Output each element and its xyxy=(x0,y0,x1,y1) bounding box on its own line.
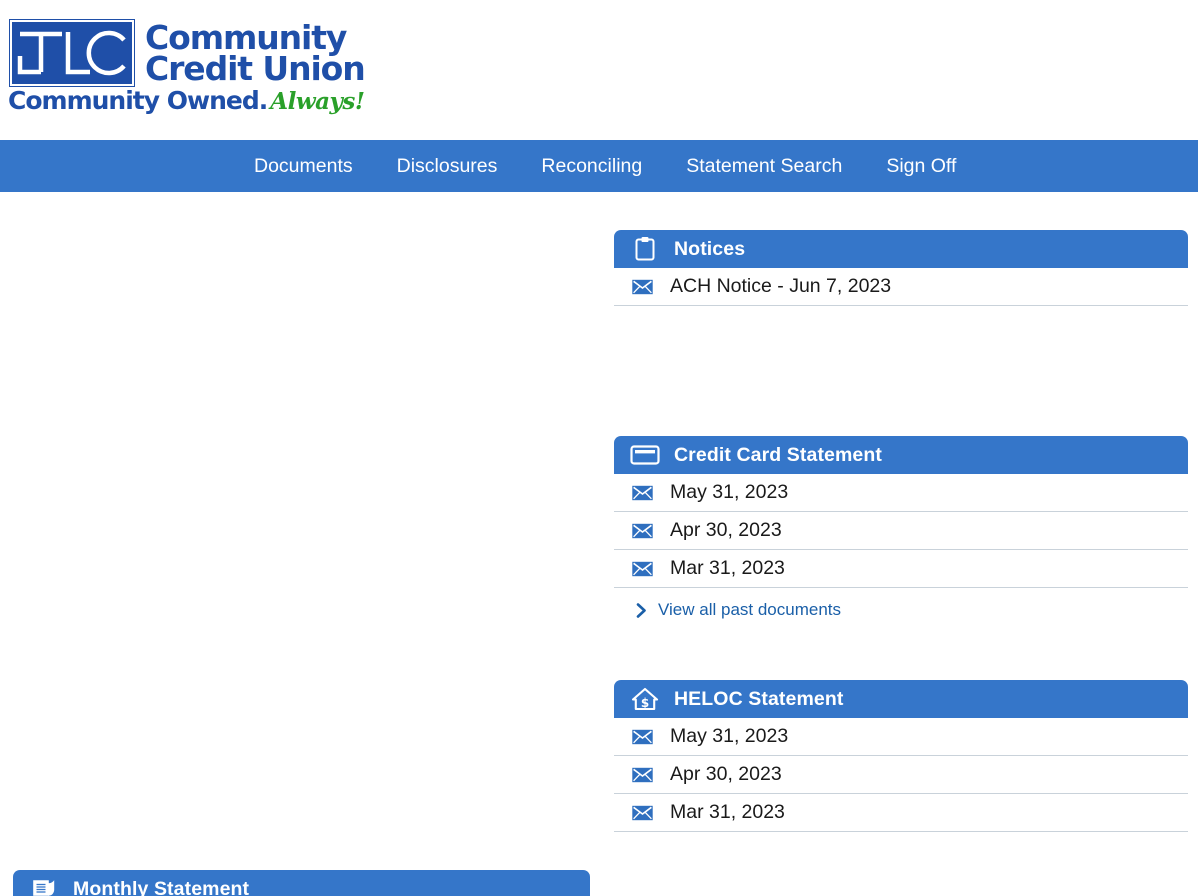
svg-text:$: $ xyxy=(641,696,649,710)
rows-credit-card-statement: May 31, 2023 Apr 30, 2023 Mar 31, 2023 xyxy=(614,474,1188,588)
document-label: ACH Notice - Jun 7, 2023 xyxy=(670,275,892,297)
card-title-monthly-statement: Monthly Statement xyxy=(73,877,250,896)
card-title-credit-card-statement: Credit Card Statement xyxy=(674,443,882,466)
credit-card-icon xyxy=(630,440,660,470)
document-label: Apr 30, 2023 xyxy=(670,763,782,785)
card-notices: Notices ACH Notice - Jun 7, 2023 xyxy=(614,230,1188,306)
document-label: May 31, 2023 xyxy=(670,481,789,503)
document-row[interactable]: Mar 31, 2023 xyxy=(614,794,1188,832)
brand-wordmark: Community Credit Union xyxy=(145,20,366,89)
nav-item-reconciling[interactable]: Reconciling xyxy=(519,140,664,192)
right-column: Notices ACH Notice - Jun 7, 2023 Credit … xyxy=(0,192,1198,832)
view-all-past-documents-link[interactable]: View all past documents xyxy=(614,588,1188,632)
card-header-notices: Notices xyxy=(614,230,1188,268)
rows-notices: ACH Notice - Jun 7, 2023 xyxy=(614,268,1188,306)
brand-logo[interactable]: Community Credit Union xyxy=(9,19,366,89)
document-row[interactable]: Mar 31, 2023 xyxy=(614,550,1188,588)
nav-item-statement-search[interactable]: Statement Search xyxy=(664,140,864,192)
document-pages-icon xyxy=(29,874,59,896)
brand-tagline: Community Owned. Always! xyxy=(8,86,365,115)
brand-name-line2: Credit Union xyxy=(145,49,366,89)
document-row[interactable]: Apr 30, 2023 xyxy=(614,756,1188,794)
main-navigation: Documents Disclosures Reconciling Statem… xyxy=(0,140,1198,192)
document-label: Mar 31, 2023 xyxy=(670,801,785,823)
card-header-heloc-statement: $ HELOC Statement xyxy=(614,680,1188,718)
document-label: May 31, 2023 xyxy=(670,725,789,747)
document-row[interactable]: Apr 30, 2023 xyxy=(614,512,1188,550)
envelope-closed-icon xyxy=(625,729,659,745)
documents-dashboard: Monthly Statement May 31, 2023 xyxy=(0,192,1198,896)
document-label: Mar 31, 2023 xyxy=(670,557,785,579)
card-title-heloc-statement: HELOC Statement xyxy=(674,687,844,710)
document-label: Apr 30, 2023 xyxy=(670,519,782,541)
house-dollar-icon: $ xyxy=(630,684,660,714)
envelope-closed-icon xyxy=(625,523,659,539)
nav-item-disclosures[interactable]: Disclosures xyxy=(375,140,520,192)
document-row[interactable]: May 31, 2023 xyxy=(614,474,1188,512)
card-title-notices: Notices xyxy=(674,237,746,260)
card-header-credit-card-statement: Credit Card Statement xyxy=(614,436,1188,474)
cards-grid: Monthly Statement May 31, 2023 xyxy=(0,192,1198,896)
left-column: Monthly Statement May 31, 2023 xyxy=(0,832,600,896)
card-credit-card-statement: Credit Card Statement May 31, 2023 Apr 3… xyxy=(614,436,1188,632)
envelope-closed-icon xyxy=(625,561,659,577)
tlc-logo-mark-icon xyxy=(9,19,135,87)
rows-heloc-statement: May 31, 2023 Apr 30, 2023 Mar 31, 2023 xyxy=(614,718,1188,832)
card-heloc-statement: $ HELOC Statement May 31, 2023 Apr 30, 2… xyxy=(614,680,1188,832)
clipboard-icon xyxy=(630,234,660,264)
document-row[interactable]: ACH Notice - Jun 7, 2023 xyxy=(614,268,1188,306)
view-all-label: View all past documents xyxy=(658,600,842,619)
nav-item-sign-off[interactable]: Sign Off xyxy=(864,140,978,192)
tagline-accent: Always! xyxy=(270,88,365,115)
card-header-monthly-statement: Monthly Statement xyxy=(13,870,590,896)
envelope-closed-icon xyxy=(625,767,659,783)
chevron-right-icon xyxy=(636,602,647,618)
envelope-closed-icon xyxy=(625,279,659,295)
envelope-closed-icon xyxy=(625,805,659,821)
card-monthly-statement: Monthly Statement May 31, 2023 xyxy=(13,870,590,896)
tagline-main: Community Owned. xyxy=(8,86,268,115)
document-row[interactable]: May 31, 2023 xyxy=(614,718,1188,756)
masthead: Community Credit Union Community Owned. A… xyxy=(0,0,1198,140)
nav-item-documents[interactable]: Documents xyxy=(232,140,375,192)
envelope-closed-icon xyxy=(625,485,659,501)
